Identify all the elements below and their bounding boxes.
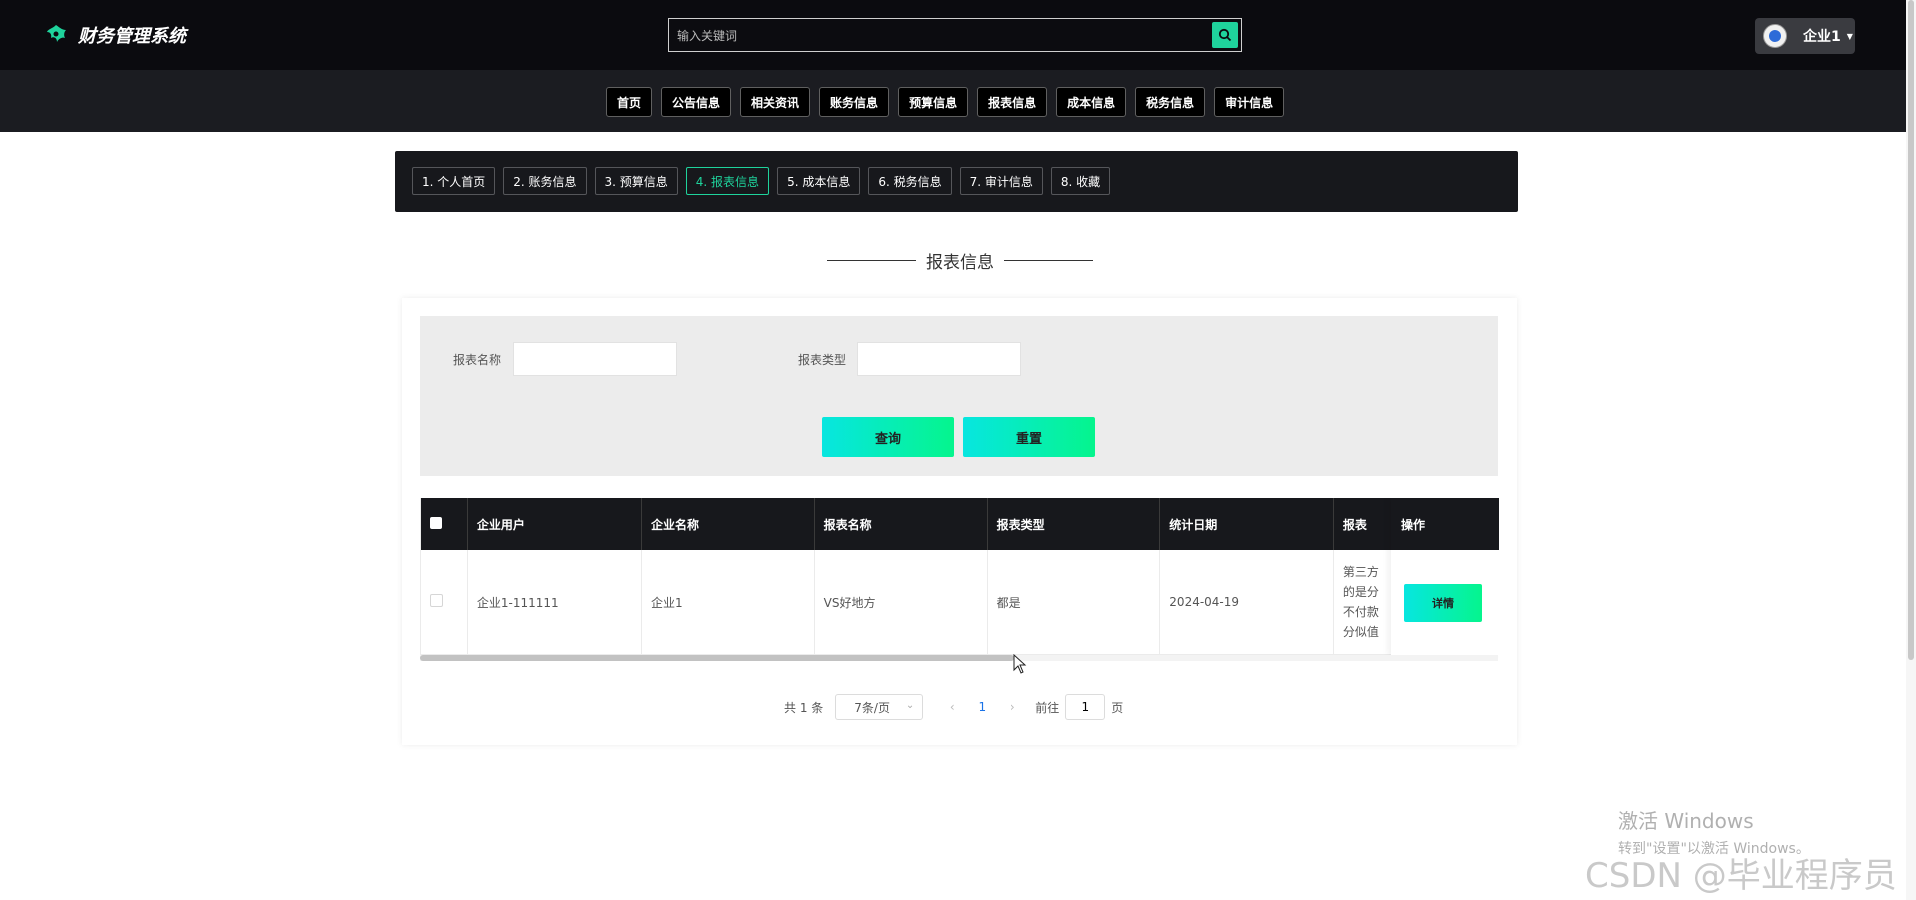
windows-watermark-line1: 激活 Windows <box>1618 809 1754 833</box>
query-button[interactable]: 查询 <box>822 417 954 457</box>
report-type-input[interactable] <box>857 342 1021 376</box>
column-header: 报表类型 <box>987 498 1161 550</box>
column-header: 企业名称 <box>641 498 815 550</box>
page-size-select[interactable]: 7条/页 ⌄ <box>835 694 924 720</box>
row-checkbox[interactable] <box>430 594 443 607</box>
nav-item-budget[interactable]: 预算信息 <box>898 87 969 117</box>
cell-enterprise-user: 企业1-111111 <box>467 550 642 655</box>
detail-button[interactable]: 详情 <box>1404 584 1482 622</box>
total-count: 共 1 条 <box>784 700 824 715</box>
cell-enterprise-name: 企业1 <box>641 550 815 655</box>
cell-stat-date: 2024-04-19 <box>1159 550 1334 655</box>
nav-item-announcements[interactable]: 公告信息 <box>661 87 732 117</box>
tab-reports[interactable]: 4. 报表信息 <box>685 167 770 195</box>
reset-button[interactable]: 重置 <box>963 417 1095 457</box>
tab-cost[interactable]: 5. 成本信息 <box>777 167 861 195</box>
page-unit-label: 页 <box>1111 700 1124 715</box>
column-header: 统计日期 <box>1159 498 1334 550</box>
content-panel: 报表名称 报表类型 查询 重置 企业用户 企业名称 报表名称 报表类型 统计日期… <box>402 298 1517 745</box>
table-row: 企业1-111111 企业1 VS好地方 都是 2024-04-19 第三方 的… <box>421 550 1499 655</box>
report-table: 企业用户 企业名称 报表名称 报表类型 统计日期 报表 企业1-111111 企… <box>420 498 1499 660</box>
pagination: 共 1 条 7条/页 ⌄ ‹ 1 › 前往 页 <box>784 694 1123 720</box>
tab-favorites[interactable]: 8. 收藏 <box>1050 167 1111 195</box>
tab-audit[interactable]: 7. 审计信息 <box>959 167 1043 195</box>
main-nav: 首页 公告信息 相关资讯 账务信息 预算信息 报表信息 成本信息 税务信息 审计… <box>0 70 1916 132</box>
select-all-cell <box>421 498 468 550</box>
tab-personal-home[interactable]: 1. 个人首页 <box>412 167 496 195</box>
search-input[interactable] <box>675 23 1209 49</box>
nav-item-audit[interactable]: 审计信息 <box>1214 87 1285 117</box>
top-bar: 财务管理系统 企业1 ▼ <box>0 0 1916 70</box>
tab-budget[interactable]: 3. 预算信息 <box>594 167 678 195</box>
sub-tabs: 1. 个人首页 2. 账务信息 3. 预算信息 4. 报表信息 5. 成本信息 … <box>395 151 1518 212</box>
select-all-checkbox[interactable] <box>430 516 442 529</box>
chevron-down-icon: ⌄ <box>905 700 915 711</box>
nav-item-news[interactable]: 相关资讯 <box>740 87 811 117</box>
page-number-current[interactable]: 1 <box>967 700 997 714</box>
action-column: 操作 详情 <box>1391 498 1499 656</box>
csdn-watermark: CSDN @毕业程序员 <box>1585 856 1897 896</box>
row-select-cell <box>421 550 468 655</box>
column-header: 企业用户 <box>467 498 642 550</box>
filter-form: 报表名称 报表类型 查询 重置 <box>420 316 1498 476</box>
goto-page-input[interactable] <box>1065 694 1106 720</box>
user-name: 企业1 <box>1803 29 1841 45</box>
cell-report-type: 都是 <box>987 550 1161 655</box>
report-type-label: 报表类型 <box>798 353 847 367</box>
table-horizontal-scrollbar[interactable] <box>420 655 1498 661</box>
column-header: 报表名称 <box>814 498 988 550</box>
caret-down-icon: ▼ <box>1846 31 1853 41</box>
avatar <box>1763 24 1787 48</box>
scrollbar-thumb[interactable] <box>1908 0 1914 660</box>
page-vertical-scrollbar[interactable] <box>1906 0 1916 900</box>
page-title-text: 报表信息 <box>926 252 994 273</box>
report-name-input[interactable] <box>513 342 677 376</box>
nav-item-tax[interactable]: 税务信息 <box>1135 87 1206 117</box>
user-menu[interactable]: 企业1 ▼ <box>1755 18 1855 54</box>
page-size-value: 7条/页 <box>854 700 890 715</box>
prev-page-button[interactable]: ‹ <box>937 700 967 714</box>
nav-item-home[interactable]: 首页 <box>606 87 653 117</box>
nav-item-cost[interactable]: 成本信息 <box>1056 87 1127 117</box>
cell-report-name: VS好地方 <box>814 550 988 655</box>
goto-label: 前往 <box>1035 700 1060 715</box>
next-page-button[interactable]: › <box>997 700 1027 714</box>
brand-leaf-icon <box>44 23 68 47</box>
page-title: 报表信息 <box>827 248 1093 273</box>
table-header-row: 企业用户 企业名称 报表名称 报表类型 统计日期 报表 <box>421 498 1499 550</box>
title-divider-left <box>827 259 916 261</box>
search-icon <box>1218 28 1232 42</box>
nav-item-reports[interactable]: 报表信息 <box>977 87 1048 117</box>
brand[interactable]: 财务管理系统 <box>44 20 186 50</box>
tab-accounts[interactable]: 2. 账务信息 <box>503 167 587 195</box>
search-button[interactable] <box>1212 22 1238 48</box>
action-column-header: 操作 <box>1391 498 1499 550</box>
nav-item-accounts[interactable]: 账务信息 <box>819 87 890 117</box>
report-name-label: 报表名称 <box>453 353 502 367</box>
scrollbar-thumb[interactable] <box>420 655 1014 661</box>
title-divider-right <box>1004 259 1093 261</box>
app-title: 财务管理系统 <box>78 26 186 47</box>
tab-tax[interactable]: 6. 税务信息 <box>868 167 952 195</box>
search-box <box>668 18 1242 52</box>
mouse-cursor-icon <box>1013 654 1027 674</box>
